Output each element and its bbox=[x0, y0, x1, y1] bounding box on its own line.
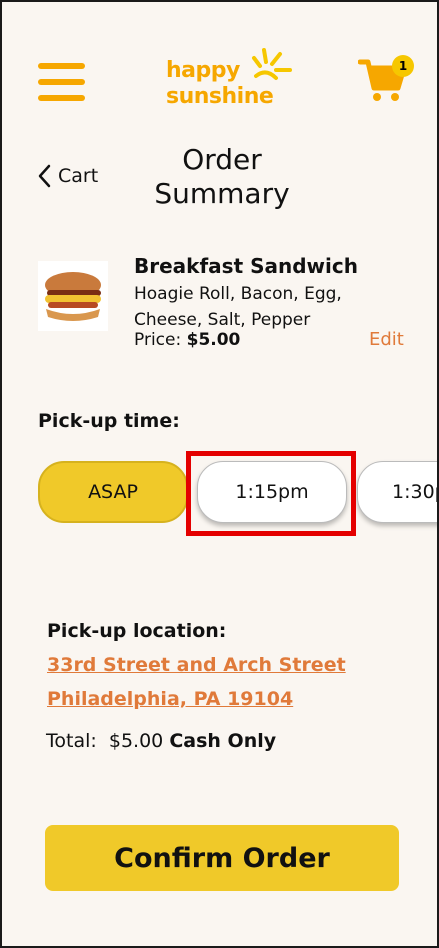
item-name: Breakfast Sandwich bbox=[134, 254, 358, 278]
address-line1-link[interactable]: 33rd Street and Arch Street bbox=[47, 654, 346, 676]
edit-item-link[interactable]: Edit bbox=[369, 329, 404, 350]
breakfast-sandwich-image bbox=[38, 261, 108, 331]
price-label: Price: bbox=[134, 330, 182, 350]
back-label: Cart bbox=[58, 165, 99, 187]
pickup-option-1-15pm[interactable]: 1:15pm bbox=[197, 461, 347, 523]
pickup-option-asap[interactable]: ASAP bbox=[38, 461, 188, 523]
pickup-time-label: Pick-up time: bbox=[38, 410, 180, 432]
pickup-location-label: Pick-up location: bbox=[47, 620, 227, 642]
item-price: Price: $5.00 bbox=[134, 330, 240, 350]
total-amount: $5.00 bbox=[108, 730, 164, 752]
address-line2-link[interactable]: Philadelphia, PA 19104 bbox=[47, 688, 293, 710]
payment-note: Cash Only bbox=[169, 730, 277, 752]
pickup-option-1-30pm[interactable]: 1:30pm bbox=[357, 461, 437, 523]
back-to-cart-button[interactable]: Cart bbox=[38, 162, 98, 190]
page-title: Order Summary bbox=[122, 143, 322, 211]
cart-count-badge: 1 bbox=[392, 55, 414, 77]
logo-text-sunshine: sunshine bbox=[166, 84, 274, 109]
price-value: $5.00 bbox=[186, 330, 241, 350]
total-label: Total: bbox=[46, 730, 97, 752]
hamburger-menu-icon[interactable] bbox=[38, 63, 86, 103]
item-description: Hoagie Roll, Bacon, Egg, Cheese, Salt, P… bbox=[134, 284, 342, 330]
page-title-line2: Summary bbox=[154, 177, 290, 210]
chevron-left-icon bbox=[38, 164, 51, 188]
order-total: Total: $5.00 Cash Only bbox=[46, 730, 276, 752]
happy-sunshine-logo: happy sunshine bbox=[166, 46, 296, 110]
sun-icon bbox=[252, 48, 292, 80]
page-title-line1: Order bbox=[182, 143, 262, 176]
phone-frame: happy sunshine 1 Cart Order Summary Brea… bbox=[0, 0, 439, 948]
confirm-order-button[interactable]: Confirm Order bbox=[45, 825, 399, 891]
